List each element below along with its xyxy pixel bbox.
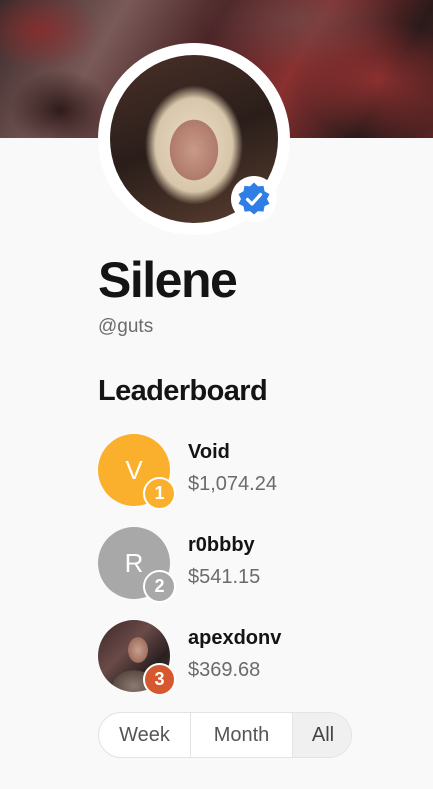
- avatar-initial: R: [124, 547, 144, 578]
- entry-name: apexdonv: [188, 627, 282, 649]
- leaderboard-entry[interactable]: 3 apexdonv $369.68: [98, 620, 378, 696]
- rank-badge: 3: [143, 663, 176, 696]
- profile-name: Silene: [98, 252, 238, 308]
- profile-handle: @guts: [98, 316, 154, 337]
- entry-amount: $369.68: [188, 659, 261, 681]
- period-week-button[interactable]: Week: [99, 713, 191, 757]
- entry-name: r0bbby: [188, 534, 255, 556]
- rank-badge: 1: [143, 477, 176, 510]
- verified-badge: [231, 176, 277, 222]
- period-all-button[interactable]: All: [293, 713, 351, 757]
- verified-badge-icon: [238, 182, 270, 215]
- period-filter: Week Month All: [98, 712, 352, 758]
- leaderboard-entry[interactable]: V 1 Void $1,074.24: [98, 434, 378, 510]
- entry-amount: $541.15: [188, 566, 261, 588]
- avatar-initial: V: [125, 454, 143, 485]
- period-month-button[interactable]: Month: [191, 713, 293, 757]
- rank-badge: 2: [143, 570, 176, 603]
- entry-name: Void: [188, 441, 230, 463]
- leaderboard-entry[interactable]: R 2 r0bbby $541.15: [98, 527, 378, 603]
- leaderboard-title: Leaderboard: [98, 375, 268, 407]
- entry-amount: $1,074.24: [188, 473, 277, 495]
